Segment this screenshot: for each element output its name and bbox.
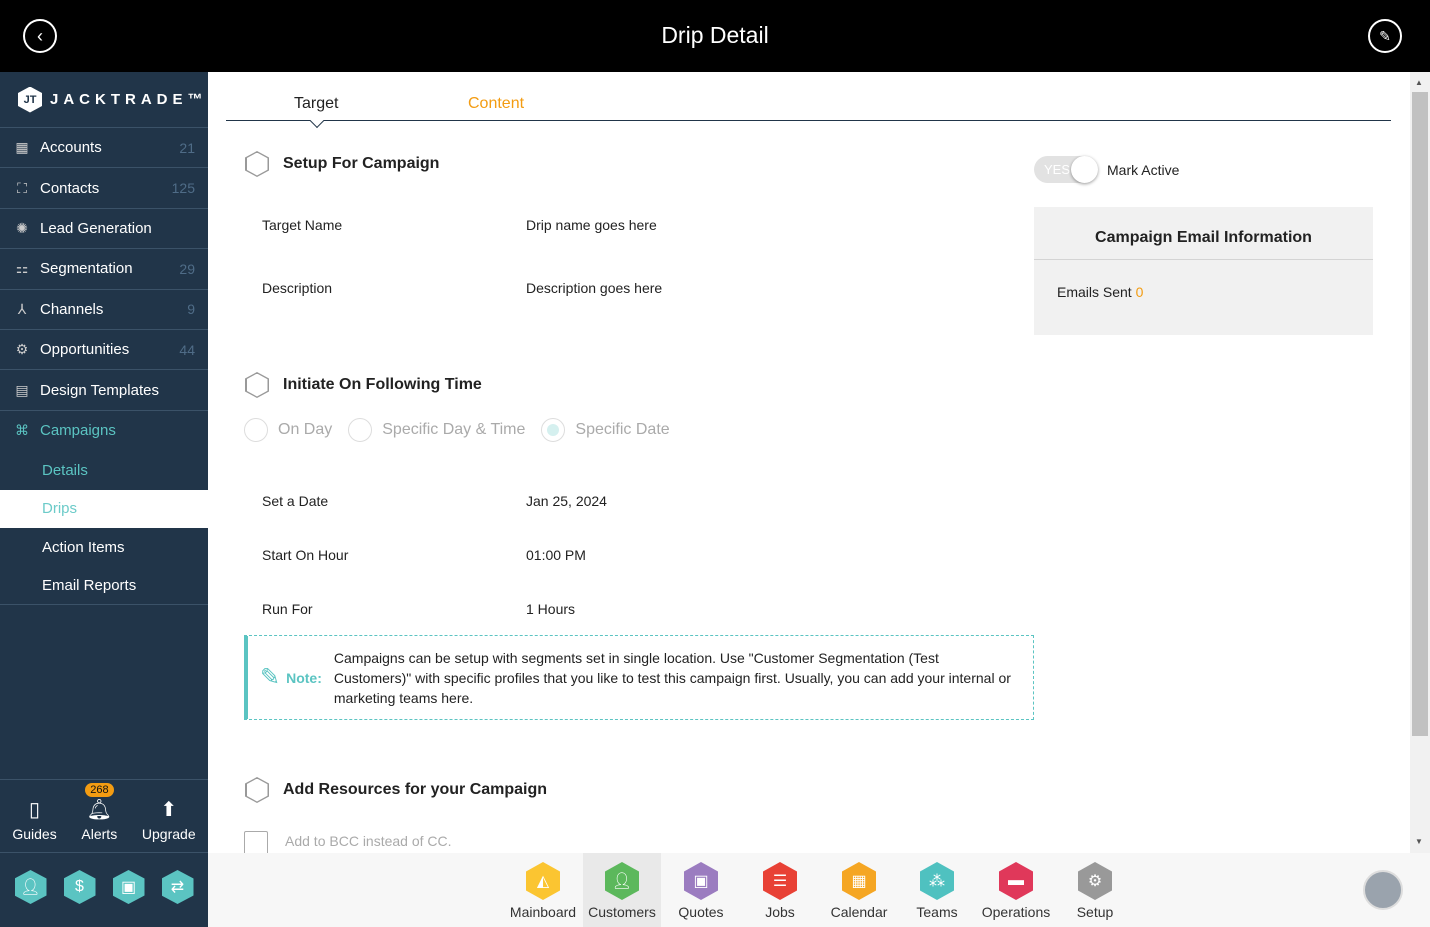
workflow-icon[interactable]: ⇄: [161, 870, 194, 904]
app-operations[interactable]: ▬ Operations: [977, 853, 1055, 927]
app-calendar[interactable]: ▦ Calendar: [820, 853, 898, 927]
emails-sent-row: Emails Sent 0: [1057, 284, 1144, 300]
emails-sent-count: 0: [1135, 284, 1144, 300]
edit-note-icon: ✎: [260, 664, 281, 691]
upgrade-button[interactable]: ⬆ Upgrade: [142, 797, 196, 842]
scrollbar-thumb[interactable]: [1412, 92, 1428, 736]
target-name-value: Drip name goes here: [526, 217, 657, 233]
bcc-label: Add to BCC instead of CC.: [285, 833, 452, 849]
logo-icon: JT: [18, 86, 42, 113]
section-setup: Setup For Campaign: [245, 151, 439, 177]
money-icon[interactable]: ▣: [112, 870, 145, 904]
sidebar-subitem-drips[interactable]: Drips: [0, 489, 208, 529]
app-setup[interactable]: ⚙ Setup: [1056, 853, 1134, 927]
field-label: Target Name: [262, 217, 343, 233]
building-icon: ▦: [15, 139, 29, 156]
lead-icon: ✺: [16, 219, 28, 236]
sidebar-bottom-actions: ▯ Guides 268 🔔︎ Alerts ⬆ Upgrade: [0, 779, 208, 853]
run-for-value[interactable]: 1 Hours: [526, 601, 575, 617]
campaigns-icon: ⌘: [15, 422, 29, 439]
field-label: Start On Hour: [262, 547, 349, 563]
section-resources: Add Resources for your Campaign: [245, 777, 547, 803]
teams-icon: ⁂: [920, 862, 954, 900]
field-label: Set a Date: [262, 493, 329, 509]
field-label: Run For: [262, 601, 313, 617]
mainboard-icon: ◭: [526, 862, 560, 900]
hexagon-icon: [245, 151, 269, 177]
sidebar-subitem-action-items[interactable]: Action Items: [0, 528, 208, 567]
sidebar-item-contacts[interactable]: ⛶ Contacts 125: [0, 168, 208, 209]
quick-actions: 👤︎ $ ▣ ⇄: [0, 870, 208, 904]
start-hour-value[interactable]: 01:00 PM: [526, 547, 586, 563]
active-tab-indicator: [309, 113, 325, 129]
sidebar: JT JACKTRADE™ ▦ Accounts 21 ⛶ Contacts 125 ✺ L…: [0, 72, 208, 927]
page-title: Drip Detail: [661, 22, 769, 48]
field-label: Description: [262, 280, 333, 296]
app-teams[interactable]: ⁂ Teams: [898, 853, 976, 927]
contacts-icon: ⛶: [17, 179, 27, 196]
tabs: Target Content: [226, 72, 1391, 129]
app-mainboard[interactable]: ◭ Mainboard: [504, 853, 582, 927]
app-jobs[interactable]: ☰ Jobs: [741, 853, 819, 927]
alerts-badge: 268: [85, 783, 114, 797]
mark-active-label: Mark Active: [1107, 162, 1180, 178]
guides-button[interactable]: ▯ Guides: [12, 797, 56, 842]
campaign-email-info-card: Campaign Email Information Emails Sent 0: [1034, 207, 1373, 335]
logo[interactable]: JT JACKTRADE™: [0, 72, 208, 128]
sidebar-item-channels[interactable]: ⅄ Channels 9: [0, 290, 208, 330]
hexagon-icon: [245, 777, 269, 803]
sidebar-item-segmentation[interactable]: ⚏ Segmentation 29: [0, 249, 208, 290]
scroll-down-icon[interactable]: ▼: [1415, 837, 1423, 846]
opportunities-icon: ⚙: [15, 341, 29, 358]
calendar-icon: ▦: [842, 862, 876, 900]
card-title: Campaign Email Information: [1034, 207, 1373, 260]
app-quotes[interactable]: ▣ Quotes: [662, 853, 740, 927]
app-customers[interactable]: 👤︎ Customers: [583, 853, 661, 927]
channels-icon: ⅄: [17, 300, 27, 317]
tab-content[interactable]: Content: [468, 95, 524, 113]
initiate-options: On Day Specific Day & Time Specific Date: [244, 418, 686, 442]
gear-icon: ⚙: [1078, 862, 1112, 900]
avatar[interactable]: [1363, 870, 1403, 910]
section-initiate: Initiate On Following Time: [245, 372, 482, 398]
main-content: Target Content Setup For Campaign Target…: [208, 72, 1410, 853]
jobs-icon: ☰: [763, 862, 797, 900]
radio-specific-date[interactable]: [541, 418, 566, 442]
book-icon: ▯: [29, 799, 41, 821]
templates-icon: ▤: [15, 381, 29, 398]
dollar-icon[interactable]: $: [63, 870, 96, 904]
scroll-up-icon[interactable]: ▲: [1415, 78, 1423, 87]
top-bar: ‹ Drip Detail ✎: [0, 0, 1430, 72]
briefcase-icon: ▬: [999, 862, 1033, 900]
segmentation-icon: ⚏: [15, 260, 29, 277]
sidebar-item-lead-generation[interactable]: ✺ Lead Generation: [0, 209, 208, 250]
sidebar-subitem-details[interactable]: Details: [0, 451, 208, 490]
app-bar: ◭ Mainboard 👤︎ Customers ▣ Quotes ☰ Jobs ▦ Ca…: [208, 853, 1430, 927]
edit-button[interactable]: ✎: [1368, 19, 1402, 53]
alerts-button[interactable]: 268 🔔︎ Alerts: [81, 783, 117, 842]
hexagon-icon: [245, 372, 269, 398]
sidebar-item-campaigns[interactable]: ⌘ Campaigns: [0, 411, 208, 451]
note-box: ✎ Note: Campaigns can be setup with segm…: [244, 635, 1034, 720]
pencil-icon: ✎: [1379, 27, 1391, 44]
arrow-up-icon: ⬆: [160, 799, 178, 821]
sidebar-item-design-templates[interactable]: ▤ Design Templates: [0, 370, 208, 411]
sidebar-item-opportunities[interactable]: ⚙ Opportunities 44: [0, 330, 208, 371]
radio-on-day[interactable]: [244, 418, 268, 442]
description-value: Description goes here: [526, 280, 663, 296]
tab-target[interactable]: Target: [294, 95, 338, 113]
user-icon[interactable]: 👤︎: [14, 870, 47, 904]
bcc-checkbox[interactable]: [244, 831, 268, 853]
quotes-icon: ▣: [684, 862, 718, 900]
set-date-value[interactable]: Jan 25, 2024: [526, 493, 607, 509]
scrollbar[interactable]: ▲ ▼: [1410, 72, 1430, 853]
mark-active-toggle[interactable]: YES: [1034, 156, 1098, 183]
sidebar-subitem-email-reports[interactable]: Email Reports: [0, 567, 208, 606]
radio-specific-day-time[interactable]: [348, 418, 373, 442]
toggle-knob: [1071, 156, 1098, 183]
bell-icon: 🔔︎: [86, 799, 112, 821]
customer-icon: 👤︎: [605, 862, 639, 900]
sidebar-item-accounts[interactable]: ▦ Accounts 21: [0, 128, 208, 169]
